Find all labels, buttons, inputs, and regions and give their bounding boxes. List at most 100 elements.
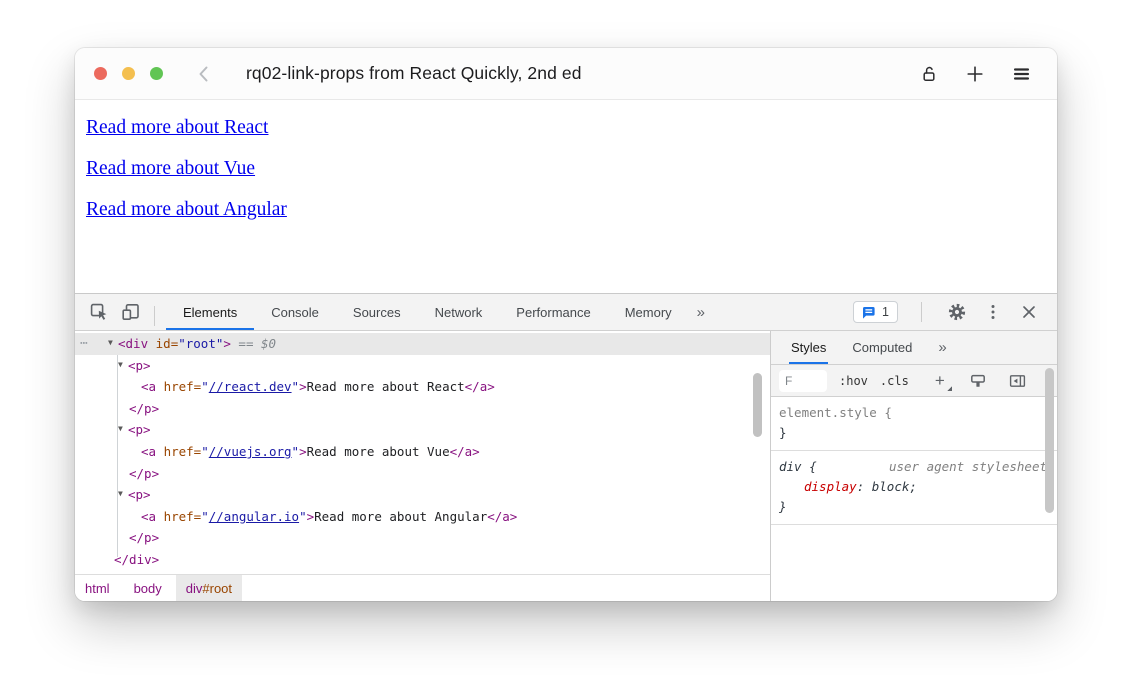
device-toolbar-button[interactable] <box>119 300 143 324</box>
code-token-val: " <box>292 379 300 394</box>
elements-scrollbar-thumb[interactable] <box>753 373 762 437</box>
traffic-lights <box>75 67 163 80</box>
caret-down-icon[interactable]: ▼ <box>118 354 128 376</box>
lock-open-icon <box>920 65 938 83</box>
tab-console[interactable]: Console <box>254 294 336 330</box>
tree-row-a-vue[interactable]: <a href="//vuejs.org">Read more about Vu… <box>75 441 770 463</box>
element-classes-button[interactable]: .cls <box>880 374 909 388</box>
paint-roller-button[interactable] <box>967 370 989 392</box>
tab-computed[interactable]: Computed <box>852 331 912 364</box>
code-token-tag: <div <box>118 336 156 351</box>
angular-link[interactable]: Read more about Angular <box>86 199 287 220</box>
styles-rules-pane: element.style { } div { user agent style… <box>771 397 1057 601</box>
tree-row-code: <a href="//react.dev">Read more about Re… <box>141 376 495 398</box>
tree-row-a-angular[interactable]: <a href="//angular.io">Read more about A… <box>75 506 770 528</box>
paint-roller-icon <box>969 372 987 390</box>
rule-selector-line: element.style { <box>779 403 1049 423</box>
tree-row-p-open[interactable]: ▼ <p> <box>75 355 770 377</box>
tree-row-code: <p> <box>128 419 151 441</box>
device-toolbar-icon <box>121 302 141 322</box>
sidebar-more-tabs-button[interactable]: » <box>938 331 946 364</box>
tab-styles[interactable]: Styles <box>791 331 826 364</box>
tree-row-p-close[interactable]: </p> <box>75 398 770 420</box>
tab-performance[interactable]: Performance <box>499 294 607 330</box>
more-tabs-button[interactable]: » <box>689 294 713 330</box>
code-token-val: " <box>299 509 307 524</box>
tree-row-code: </p> <box>129 463 159 485</box>
toolbar-divider <box>921 302 922 322</box>
tree-row-div-root[interactable]: ⋯ ▼ <div id="root"> == $0 <box>75 333 770 355</box>
rule-close-line: } <box>779 423 1049 443</box>
tab-sources[interactable]: Sources <box>336 294 418 330</box>
paragraph: Read more about Angular <box>86 199 1057 221</box>
styles-scrollbar-thumb[interactable] <box>1045 368 1054 513</box>
code-token-attr: href= <box>164 379 202 394</box>
tab-memory[interactable]: Memory <box>608 294 689 330</box>
more-actions-ellipsis-icon[interactable]: ⋯ <box>80 333 89 355</box>
new-tab-button[interactable] <box>963 62 987 86</box>
tab-network[interactable]: Network <box>418 294 500 330</box>
settings-button[interactable] <box>945 300 969 324</box>
devtools-toolbar-right: 1 <box>853 294 1057 330</box>
css-property-name: display <box>804 479 857 494</box>
code-token-link[interactable]: //react.dev <box>209 379 292 394</box>
browser-window: rq02-link-props from React Quickly, 2nd … <box>75 48 1057 601</box>
user-agent-style-rule[interactable]: div { user agent stylesheet display: blo… <box>771 451 1057 525</box>
code-token-tag: > <box>223 336 231 351</box>
pseudo-state-button[interactable]: :hov <box>839 374 868 388</box>
plus-icon <box>966 65 984 83</box>
code-token-link[interactable]: //angular.io <box>209 509 299 524</box>
breadcrumb-body[interactable]: body <box>124 575 172 601</box>
traffic-minimize-button[interactable] <box>122 67 135 80</box>
code-token-tag: </a> <box>450 444 480 459</box>
tree-row-code: <div id="root"> == $0 <box>118 333 276 355</box>
tab-elements[interactable]: Elements <box>166 294 254 330</box>
caret-down-icon[interactable]: ▼ <box>118 483 128 505</box>
caret-down-icon[interactable]: ▼ <box>118 418 128 440</box>
stylesheet-origin-label: user agent stylesheet <box>889 457 1049 477</box>
devtools-body: ⋯ ▼ <div id="root"> == $0 ▼ <p> <a href=… <box>75 331 1057 601</box>
tree-row-p-close[interactable]: </p> <box>75 527 770 549</box>
css-property-line[interactable]: display: block; <box>779 477 1049 497</box>
close-devtools-button[interactable] <box>1017 300 1041 324</box>
close-icon <box>1020 303 1038 321</box>
code-token-attr: href= <box>164 444 202 459</box>
traffic-zoom-button[interactable] <box>150 67 163 80</box>
back-button[interactable] <box>193 63 215 85</box>
traffic-close-button[interactable] <box>94 67 107 80</box>
computed-sidebar-toggle-button[interactable] <box>1006 370 1028 392</box>
more-options-button[interactable] <box>981 300 1005 324</box>
inline-style-rule[interactable]: element.style { } <box>771 397 1057 451</box>
code-token-tag: </p> <box>129 466 159 481</box>
code-token-val: " <box>201 379 209 394</box>
code-token-tag: <a <box>141 444 164 459</box>
vue-link[interactable]: Read more about Vue <box>86 158 255 179</box>
tree-row-div-close[interactable]: </div> <box>75 549 770 571</box>
react-link[interactable]: Read more about React <box>86 117 268 138</box>
rule-open-brace: { <box>877 405 892 420</box>
inspect-element-button[interactable] <box>87 300 111 324</box>
breadcrumb-div-root[interactable]: div #root <box>176 575 242 601</box>
tree-row-p-open[interactable]: ▼ <p> <box>75 484 770 506</box>
caret-down-icon[interactable]: ▼ <box>108 332 118 354</box>
tree-row-a-react[interactable]: <a href="//react.dev">Read more about Re… <box>75 376 770 398</box>
devtools-toolbar: Elements Console Sources Network Perform… <box>75 294 1057 331</box>
code-token-val: " <box>201 509 209 524</box>
tree-row-code: <a href="//vuejs.org">Read more about Vu… <box>141 441 480 463</box>
breadcrumb-html[interactable]: html <box>75 575 120 601</box>
code-token-tag: > <box>307 509 315 524</box>
chevron-double-right-icon: » <box>697 304 705 321</box>
tree-row-code: <a href="//angular.io">Read more about A… <box>141 506 517 528</box>
code-token-text: Read more about Angular <box>314 509 487 524</box>
tree-row-p-close[interactable]: </p> <box>75 463 770 485</box>
new-style-rule-button[interactable]: + <box>931 372 949 390</box>
code-token-tag: <a <box>141 379 164 394</box>
tree-row-p-open[interactable]: ▼ <p> <box>75 419 770 441</box>
code-token-link[interactable]: //vuejs.org <box>209 444 292 459</box>
issues-button[interactable]: 1 <box>853 301 898 323</box>
site-security-button[interactable] <box>917 62 941 86</box>
styles-filter-input[interactable] <box>779 370 827 392</box>
kebab-menu-icon <box>983 302 1003 322</box>
tab-overview-button[interactable] <box>1009 62 1033 86</box>
code-token-tag: > <box>299 444 307 459</box>
